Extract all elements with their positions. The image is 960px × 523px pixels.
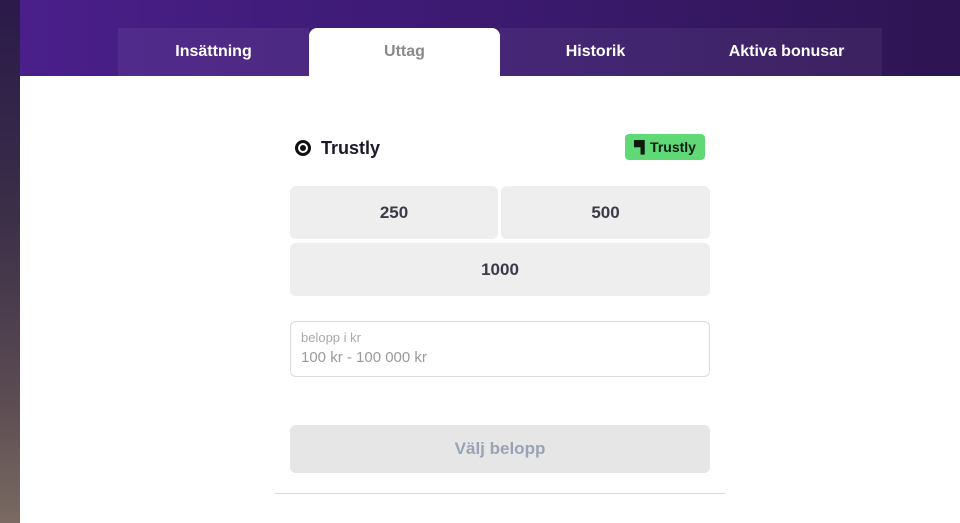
tab-historik[interactable]: Historik <box>500 28 691 76</box>
trustly-logo-text: Trustly <box>650 139 696 155</box>
payment-method-name: Trustly <box>321 137 381 158</box>
select-amount-button[interactable]: Välj belopp <box>290 425 710 473</box>
amount-option-250[interactable]: 250 <box>290 186 498 239</box>
radio-selected-icon[interactable] <box>295 140 311 156</box>
divider <box>275 493 725 494</box>
amount-field-label: belopp i kr <box>301 330 361 345</box>
amount-option-500[interactable]: 500 <box>501 186 710 239</box>
amount-input[interactable] <box>301 349 699 366</box>
withdraw-content: Trustly ▀▌ Trustly 250 500 1000 belopp i … <box>20 76 960 523</box>
tab-insattning[interactable]: Insättning <box>118 28 309 76</box>
background-image <box>0 0 20 523</box>
tab-aktiva-bonusar[interactable]: Aktiva bonusar <box>691 28 882 76</box>
payment-method-option[interactable]: Trustly ▀▌ Trustly <box>290 134 710 162</box>
trustly-mark-icon: ▀▌ <box>634 140 649 154</box>
amount-field[interactable]: belopp i kr <box>290 321 710 377</box>
tab-bar: Insättning Uttag Historik Aktiva bonusar <box>118 28 882 76</box>
amount-option-1000[interactable]: 1000 <box>290 243 710 296</box>
trustly-logo: ▀▌ Trustly <box>625 134 705 160</box>
tab-uttag[interactable]: Uttag <box>309 28 500 76</box>
